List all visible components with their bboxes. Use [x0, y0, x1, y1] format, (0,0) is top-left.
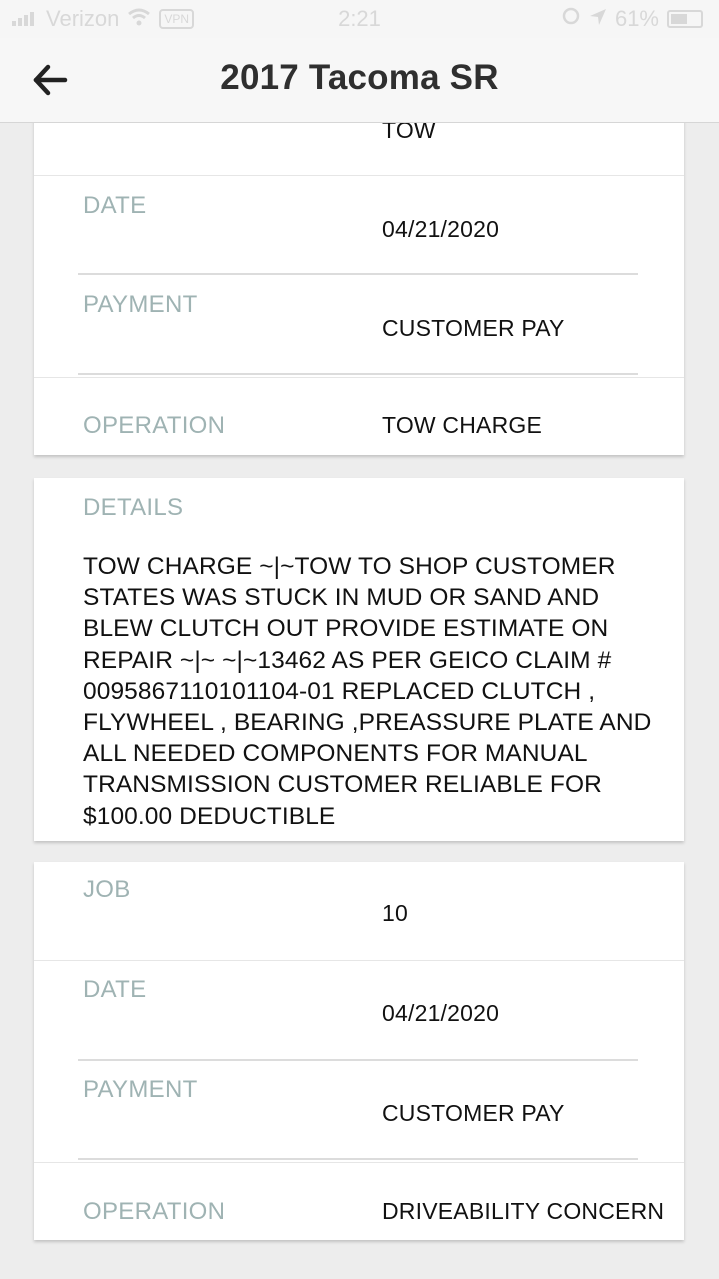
lock-rotation-icon	[561, 6, 581, 32]
field-label: DATE	[83, 976, 147, 1003]
field-label: PAYMENT	[83, 291, 198, 318]
divider	[78, 373, 638, 375]
service-history-list[interactable]: TOW DATE 04/21/2020 PAYMENT CUSTOMER PAY…	[0, 123, 719, 1279]
field-value: 04/21/2020	[382, 1000, 500, 1026]
service-record-card: TOW DATE 04/21/2020 PAYMENT CUSTOMER PAY…	[34, 123, 684, 455]
status-right: 61%	[561, 6, 703, 32]
navigation-bar: 2017 Tacoma SR	[0, 38, 719, 123]
field-label: OPERATION	[83, 412, 226, 439]
details-text: TOW CHARGE ~|~TOW TO SHOP CUSTOMER STATE…	[83, 553, 652, 830]
field-value: CUSTOMER PAY	[382, 1100, 565, 1126]
details-label: DETAILS	[83, 494, 184, 521]
status-bar: Verizon VPN 2:21 61%	[0, 0, 719, 38]
field-date: DATE 04/21/2020	[34, 176, 684, 276]
field-operation: OPERATION TOW CHARGE	[34, 378, 684, 455]
field-date: DATE 04/21/2020	[34, 961, 684, 1061]
field-value: TOW CHARGE	[382, 412, 543, 438]
divider	[78, 273, 638, 275]
divider	[78, 1158, 638, 1160]
field-operation: OPERATION DRIVEABILITY CONCERN	[34, 1163, 684, 1240]
field-payment: PAYMENT CUSTOMER PAY	[34, 276, 684, 376]
field-value: TOW	[382, 123, 436, 143]
field-value: CUSTOMER PAY	[382, 315, 565, 341]
field-value: DRIVEABILITY CONCERN	[382, 1198, 665, 1224]
field-job: JOB 10	[34, 862, 684, 960]
field-label: DATE	[83, 192, 147, 219]
field-top-partial: TOW	[34, 123, 684, 175]
field-label: JOB	[83, 876, 131, 903]
battery-icon	[667, 10, 703, 28]
field-label: PAYMENT	[83, 1076, 198, 1103]
field-payment: PAYMENT CUSTOMER PAY	[34, 1061, 684, 1161]
field-label: OPERATION	[83, 1198, 226, 1225]
field-value: 04/21/2020	[382, 216, 500, 242]
location-icon	[589, 6, 607, 32]
service-record-card: JOB 10 DATE 04/21/2020 PAYMENT CUSTOMER …	[34, 862, 684, 1240]
page-title: 2017 Tacoma SR	[220, 58, 499, 97]
details-card: DETAILS TOW CHARGE ~|~TOW TO SHOP CUSTOM…	[34, 478, 684, 841]
battery-percent: 61%	[614, 6, 659, 31]
field-value: 10	[382, 900, 408, 926]
